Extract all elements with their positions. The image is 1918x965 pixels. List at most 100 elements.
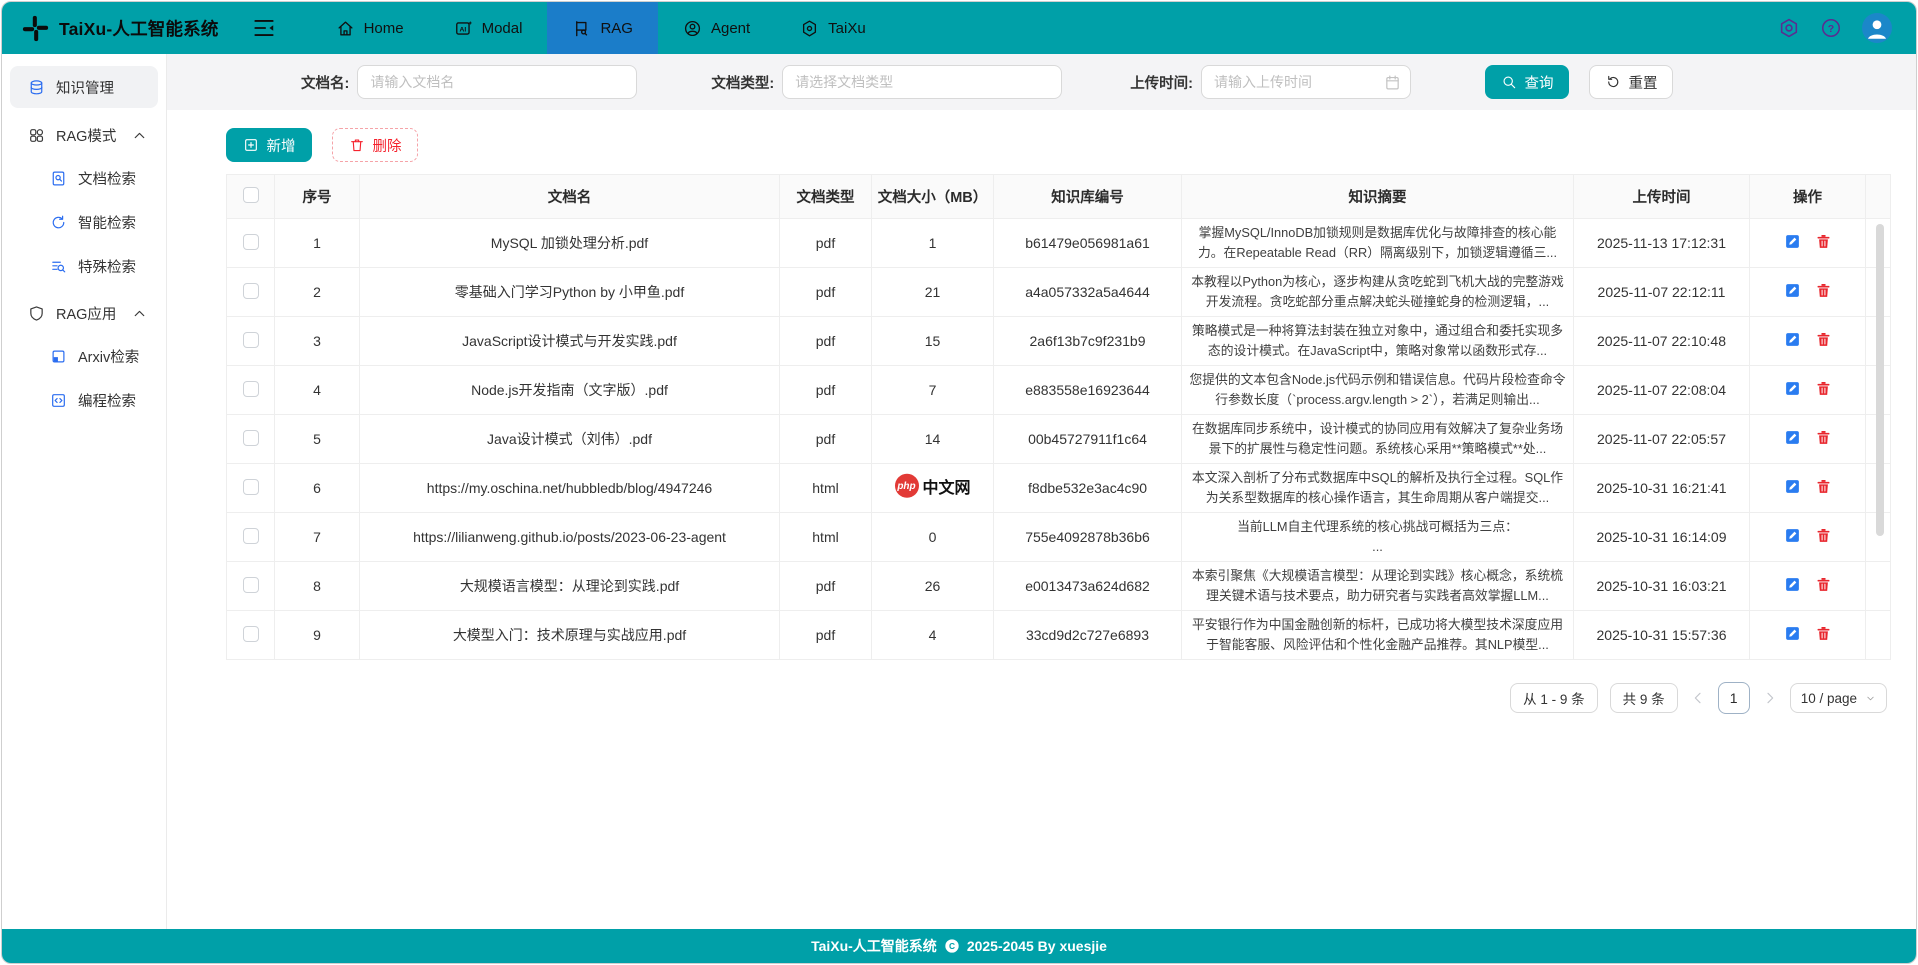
help-icon[interactable]: ? <box>1820 17 1842 39</box>
header-checkbox-cell <box>227 175 275 219</box>
cell-summary: 策略模式是一种将算法封装在独立对象中，通过组合和委托实现多态的设计模式。在Jav… <box>1182 317 1574 366</box>
row-checkbox[interactable] <box>243 626 259 642</box>
delete-button[interactable]: 删除 <box>332 128 418 162</box>
edit-icon[interactable] <box>1784 478 1801 495</box>
table-scrollbar-thumb[interactable] <box>1876 224 1884 536</box>
trash-icon[interactable] <box>1815 380 1832 397</box>
row-checkbox[interactable] <box>243 234 259 250</box>
column-header: 操作 <box>1750 175 1866 219</box>
edit-icon[interactable] <box>1784 625 1801 642</box>
chevron-left-icon[interactable] <box>1690 690 1706 706</box>
trash-icon[interactable] <box>1815 429 1832 446</box>
chevron-up-icon[interactable] <box>131 127 148 144</box>
doc-name-input[interactable] <box>357 65 637 99</box>
table-row: 9大模型入门：技术原理与实战应用.pdfpdf433cd9d2c727e6893… <box>227 611 1891 660</box>
cell-summary: 您提供的文本包含Node.js代码示例和错误信息。代码片段检查命令行参数长度（`… <box>1182 366 1574 415</box>
cell-index: 6 <box>275 464 360 513</box>
chevron-right-icon[interactable] <box>1762 690 1778 706</box>
row-checkbox[interactable] <box>243 528 259 544</box>
cell-doc-name: JavaScript设计模式与开发实践.pdf <box>360 317 780 366</box>
cell-summary: 在数据库同步系统中，设计模式的协同应用有效解决了复杂业务场景下的扩展性与稳定性问… <box>1182 415 1574 464</box>
edit-icon[interactable] <box>1784 576 1801 593</box>
doc-type-label: 文档类型: <box>711 72 774 93</box>
table-row: 5Java设计模式（刘伟）.pdfpdf1400b45727911f1c64在数… <box>227 415 1891 464</box>
nav-item-rag[interactable]: RAG <box>547 2 658 54</box>
trash-icon[interactable] <box>1815 625 1832 642</box>
doc-type-input[interactable] <box>782 65 1062 99</box>
sidebar-item-知识管理[interactable]: 知识管理 <box>10 66 158 108</box>
reset-button[interactable]: 重置 <box>1589 65 1673 99</box>
add-button[interactable]: 新增 <box>226 128 312 162</box>
sidebar-item-编程检索[interactable]: 编程检索 <box>2 378 166 422</box>
edit-icon[interactable] <box>1784 527 1801 544</box>
pagination-total: 共 9 条 <box>1610 683 1678 713</box>
row-checkbox[interactable] <box>243 332 259 348</box>
edit-icon[interactable] <box>1784 429 1801 446</box>
trash-icon[interactable] <box>1815 331 1832 348</box>
trash-icon[interactable] <box>1815 576 1832 593</box>
cell-summary: 本教程以Python为核心，逐步构建从贪吃蛇到飞机大战的完整游戏开发流程。贪吃蛇… <box>1182 268 1574 317</box>
cell-doc-size: 26 <box>872 562 994 611</box>
cell-kb-id: 00b45727911f1c64 <box>994 415 1182 464</box>
code-icon <box>50 392 67 409</box>
search-button[interactable]: 查询 <box>1485 65 1569 99</box>
row-checkbox[interactable] <box>243 283 259 299</box>
taixu-icon <box>800 19 819 38</box>
edit-icon[interactable] <box>1784 380 1801 397</box>
sidebar-item-智能检索[interactable]: 智能检索 <box>2 200 166 244</box>
menu-fold-icon[interactable] <box>251 15 277 41</box>
cell-doc-name: 零基础入门学习Python by 小甲鱼.pdf <box>360 268 780 317</box>
nav-item-modal[interactable]: AIModal <box>429 2 548 54</box>
cell-kb-id: b61479e056981a61 <box>994 219 1182 268</box>
trash-icon[interactable] <box>1815 233 1832 250</box>
page-size-select[interactable]: 10 / page <box>1790 683 1887 713</box>
edit-icon[interactable] <box>1784 233 1801 250</box>
scrollbar-gutter-cell <box>1866 611 1891 660</box>
body-area: 知识管理 RAG模式文档检索智能检索特殊检索RAG应用Arxiv检索编程检索 文档… <box>2 54 1916 929</box>
pagination-page-1[interactable]: 1 <box>1718 682 1750 714</box>
trash-icon[interactable] <box>1815 478 1832 495</box>
cell-summary: 本文深入剖析了分布式数据库中SQL的解析及执行全过程。SQL作为关系型数据库的核… <box>1182 464 1574 513</box>
documents-table-body: 1MySQL 加锁处理分析.pdfpdf1b61479e056981a61掌握M… <box>227 219 1891 660</box>
cell-operations <box>1750 366 1866 415</box>
cell-doc-name: Java设计模式（刘伟）.pdf <box>360 415 780 464</box>
column-header: 知识摘要 <box>1182 175 1574 219</box>
sidebar-item-RAG模式[interactable]: RAG模式 <box>2 114 166 156</box>
edit-icon[interactable] <box>1784 331 1801 348</box>
pagination: 从 1 - 9 条 共 9 条 1 10 / page <box>167 682 1887 714</box>
nav-item-agent[interactable]: Agent <box>658 2 775 54</box>
nav-item-taixu[interactable]: TaiXu <box>775 2 891 54</box>
upload-time-input[interactable] <box>1201 65 1411 99</box>
cell-summary: 当前LLM自主代理系统的核心挑战可概括为三点： ... <box>1182 513 1574 562</box>
column-header: 上传时间 <box>1574 175 1750 219</box>
settings-icon[interactable] <box>1778 17 1800 39</box>
row-checkbox[interactable] <box>243 381 259 397</box>
row-checkbox[interactable] <box>243 577 259 593</box>
cell-operations <box>1750 219 1866 268</box>
edit-icon[interactable] <box>1784 282 1801 299</box>
main-nav: HomeAIModalRAGAgentTaiXu <box>311 2 891 54</box>
home-icon <box>336 19 355 38</box>
row-checkbox[interactable] <box>243 479 259 495</box>
smart-search-icon <box>50 214 67 231</box>
cell-doc-size: 15 <box>872 317 994 366</box>
nav-item-home[interactable]: Home <box>311 2 429 54</box>
sidebar-item-文档检索[interactable]: 文档检索 <box>2 156 166 200</box>
cell-doc-type: pdf <box>780 366 872 415</box>
cell-doc-type: pdf <box>780 317 872 366</box>
sidebar-item-RAG应用[interactable]: RAG应用 <box>2 292 166 334</box>
copyright-icon: C <box>944 938 960 954</box>
sidebar-item-Arxiv检索[interactable]: Arxiv检索 <box>2 334 166 378</box>
database-icon <box>28 79 45 96</box>
chevron-down-icon <box>1865 693 1876 704</box>
upload-time-label: 上传时间: <box>1130 72 1193 93</box>
user-avatar-icon[interactable] <box>1862 13 1892 43</box>
sidebar-item-特殊检索[interactable]: 特殊检索 <box>2 244 166 288</box>
select-all-checkbox[interactable] <box>243 187 259 203</box>
trash-icon[interactable] <box>1815 282 1832 299</box>
chevron-up-icon[interactable] <box>131 305 148 322</box>
row-checkbox[interactable] <box>243 430 259 446</box>
table-row: 7https://lilianweng.github.io/posts/2023… <box>227 513 1891 562</box>
trash-icon[interactable] <box>1815 527 1832 544</box>
footer: TaiXu-人工智能系统 C 2025-2045 By xuesjie <box>2 929 1916 963</box>
